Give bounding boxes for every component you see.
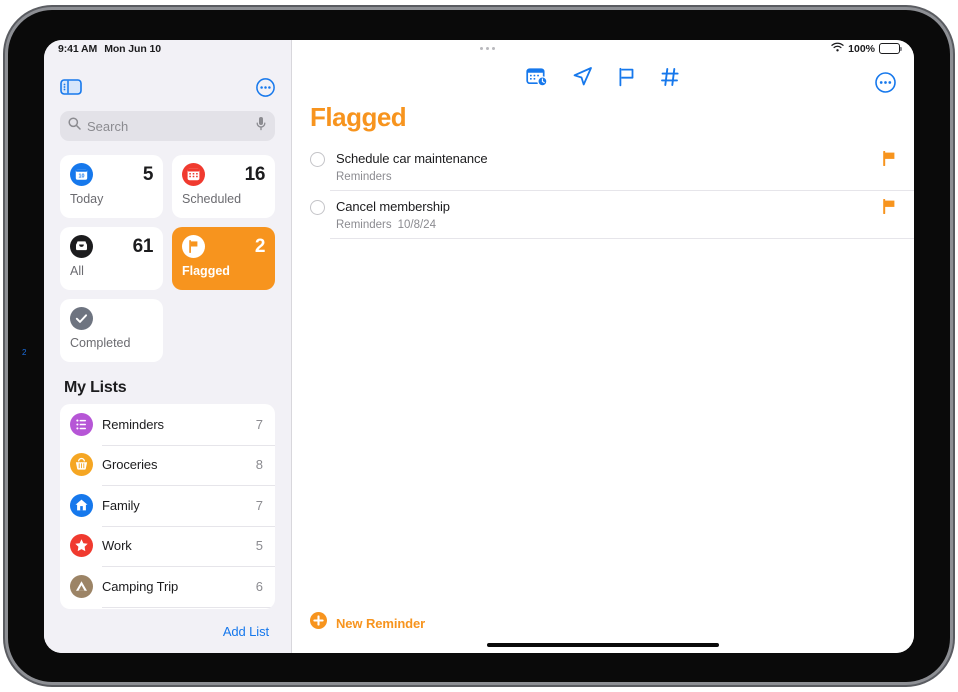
calendar-icon <box>182 163 205 186</box>
list-item-work[interactable]: Work 5 <box>60 525 275 567</box>
detail-toolbar <box>292 40 914 98</box>
sidebar-nav-row <box>60 72 275 102</box>
sidebar: Search 10 5 Today 16 Scheduled 61 All 2 … <box>44 40 292 653</box>
reminder-list-name: Reminders <box>336 219 392 231</box>
device-screen: Search 10 5 Today 16 Scheduled 61 All 2 … <box>44 40 914 653</box>
basket-icon <box>70 453 93 477</box>
house-icon <box>70 493 93 517</box>
list-item-count: 7 <box>255 497 263 513</box>
reminder-title: Schedule car maintenance <box>336 151 488 166</box>
smart-card-top: 16 <box>182 163 265 186</box>
list-item-name: Family <box>102 497 140 513</box>
reminder-checkbox[interactable] <box>310 152 325 167</box>
search-icon <box>68 117 81 135</box>
bulleted-list-icon <box>70 412 93 436</box>
more-ellipsis-circle-icon[interactable] <box>256 77 275 97</box>
smart-list-completed[interactable]: Completed <box>60 299 163 362</box>
star-icon <box>70 534 93 558</box>
smart-list-count: 16 <box>244 163 266 185</box>
smart-lists-grid: 10 5 Today 16 Scheduled 61 All 2 Flagged… <box>60 155 275 362</box>
tent-icon <box>70 574 93 598</box>
flag-icon <box>182 235 205 258</box>
flag-icon[interactable] <box>882 198 896 215</box>
smart-list-label: All <box>70 264 84 278</box>
inbox-tray-icon <box>70 235 93 258</box>
device-frame: 2 Search 10 5 Today 16 Scheduled 61 All … <box>8 10 950 682</box>
hashtag-icon[interactable] <box>660 67 680 87</box>
detail-pane: Flagged Schedule car maintenance Reminde… <box>292 40 914 653</box>
reminder-meta: Reminders 10/8/24 <box>336 219 882 231</box>
reminder-body: Cancel membership Reminders 10/8/24 <box>336 198 882 231</box>
smart-list-flagged[interactable]: 2 Flagged <box>172 227 275 290</box>
search-placeholder: Search <box>87 118 129 134</box>
plus-circle-icon <box>310 612 327 634</box>
smart-card-top: 2 <box>182 235 265 258</box>
svg-text:10: 10 <box>79 174 85 180</box>
search-input[interactable]: Search <box>60 111 275 141</box>
smart-list-scheduled[interactable]: 16 Scheduled <box>172 155 275 218</box>
sidebar-header: Search <box>44 40 291 141</box>
my-lists-card: Reminders 7 Groceries 8 Family 7 Work 5 … <box>60 404 275 609</box>
page-title: Flagged <box>310 102 407 132</box>
calendar-day-icon: 10 <box>70 163 93 186</box>
flag-icon[interactable] <box>882 150 896 167</box>
list-item-name: Work <box>102 538 132 554</box>
smart-card-top <box>70 307 153 330</box>
list-item-reminders[interactable]: Reminders 7 <box>60 404 275 445</box>
smart-list-label: Scheduled <box>182 192 242 206</box>
smart-list-all[interactable]: 61 All <box>60 227 163 290</box>
smart-list-count: 61 <box>132 235 154 257</box>
smart-list-label: Flagged <box>182 264 230 278</box>
reminder-date: 10/8/24 <box>397 219 436 231</box>
list-item-name: Reminders <box>102 416 164 432</box>
add-list-button[interactable]: Add List <box>223 624 269 639</box>
smart-list-label: Today <box>70 192 104 206</box>
toolbar-icon-group <box>292 66 914 87</box>
reminder-checkbox[interactable] <box>310 200 325 215</box>
smart-list-count: 2 <box>254 235 266 257</box>
list-item-count: 7 <box>255 416 263 432</box>
home-indicator <box>487 642 719 647</box>
smart-list-label: Completed <box>70 336 131 350</box>
checkmark-circle-icon <box>70 307 93 330</box>
calendar-clock-icon[interactable] <box>526 67 548 87</box>
reminder-row[interactable]: Schedule car maintenance Reminders <box>292 143 914 191</box>
list-item-groceries[interactable]: Groceries 8 <box>60 444 275 486</box>
microphone-icon[interactable] <box>255 116 267 136</box>
list-item-count: 8 <box>255 457 263 473</box>
my-lists-header: My Lists <box>64 379 127 396</box>
list-item-camping-trip[interactable]: Camping Trip 6 <box>60 566 275 607</box>
bezel-annotation-marker: 2 <box>22 348 27 357</box>
reminder-body: Schedule car maintenance Reminders <box>336 150 882 183</box>
list-item-count: 6 <box>255 578 263 594</box>
smart-list-count: 5 <box>142 163 154 185</box>
smart-list-today[interactable]: 10 5 Today <box>60 155 163 218</box>
reminder-title: Cancel membership <box>336 199 450 214</box>
reminder-list-name: Reminders <box>336 171 392 183</box>
location-arrow-icon[interactable] <box>572 66 593 87</box>
more-ellipsis-circle-icon[interactable] <box>875 71 896 93</box>
reminder-row[interactable]: Cancel membership Reminders 10/8/24 <box>292 191 914 239</box>
list-item-name: Camping Trip <box>102 578 179 594</box>
sidebar-footer: Add List <box>44 609 291 653</box>
list-item-family[interactable]: Family 7 <box>60 485 275 526</box>
sidebar-toggle-icon[interactable] <box>60 79 82 95</box>
smart-card-top: 61 <box>70 235 153 258</box>
reminder-meta: Reminders <box>336 171 882 183</box>
smart-card-top: 10 5 <box>70 163 153 186</box>
list-item-name: Groceries <box>102 457 158 473</box>
reminder-list: Schedule car maintenance Reminders Cance… <box>292 143 914 239</box>
flag-icon[interactable] <box>617 67 636 87</box>
new-reminder-label: New Reminder <box>336 615 426 631</box>
list-item-count: 5 <box>255 538 263 554</box>
